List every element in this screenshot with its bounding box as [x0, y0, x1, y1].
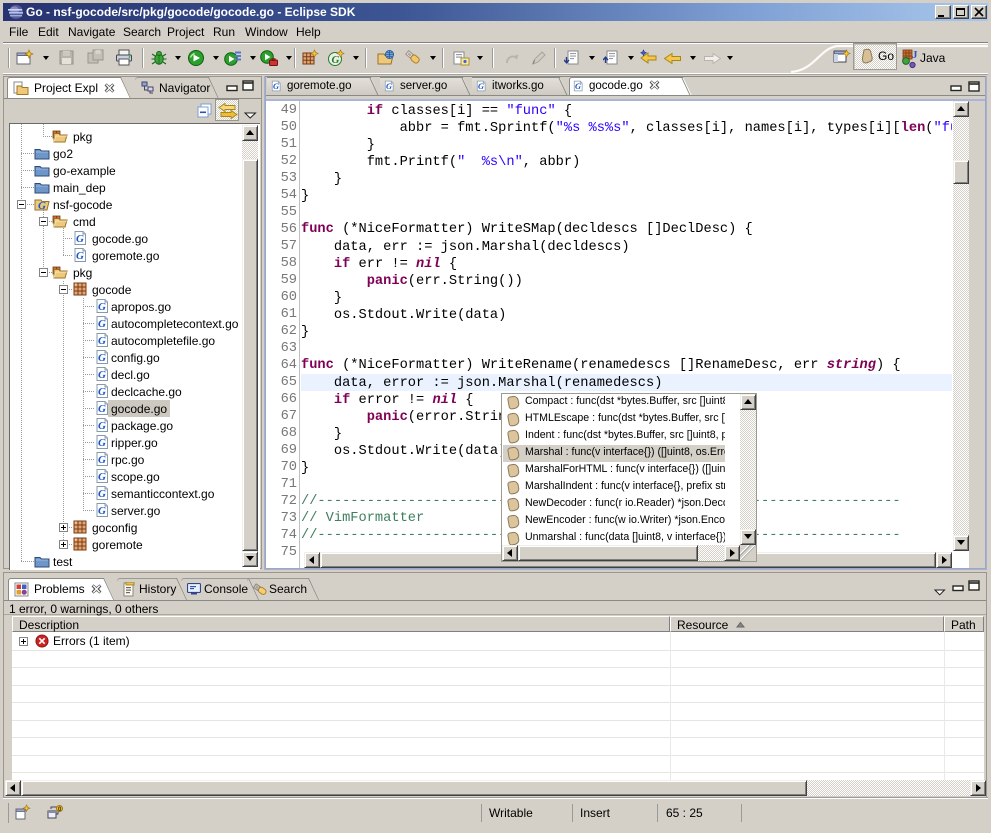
svg-text:J: J [912, 49, 918, 61]
svg-text:G: G [332, 54, 340, 66]
